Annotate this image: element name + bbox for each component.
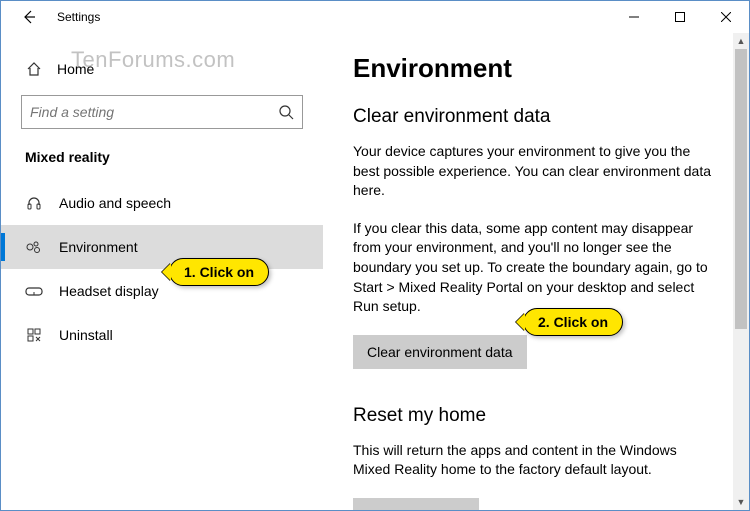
uninstall-icon	[25, 327, 43, 343]
sidebar-item-label: Headset display	[59, 283, 159, 299]
arrow-left-icon	[21, 9, 37, 25]
close-button[interactable]	[703, 1, 749, 33]
section-title-reset-home: Reset my home	[353, 405, 725, 427]
sidebar-item-label: Environment	[59, 239, 138, 255]
clear-env-para2: If you clear this data, some app content…	[353, 219, 713, 317]
sidebar: Home Mixed reality Audio and speech Envi…	[1, 33, 323, 510]
main-panel: Environment Clear environment data Your …	[323, 33, 749, 510]
section-title-clear-env: Clear environment data	[353, 106, 725, 128]
search-icon	[278, 104, 294, 120]
headset-icon	[25, 283, 43, 299]
scroll-down-arrow-icon[interactable]: ▼	[733, 494, 749, 510]
callout-2: 2. Click on	[523, 308, 623, 336]
close-icon	[721, 12, 731, 22]
maximize-button[interactable]	[657, 1, 703, 33]
headphones-icon	[25, 195, 43, 211]
home-icon	[25, 61, 43, 77]
scroll-up-arrow-icon[interactable]: ▲	[733, 33, 749, 49]
search-input[interactable]	[30, 104, 278, 120]
clear-env-para1: Your device captures your environment to…	[353, 142, 713, 201]
reset-my-home-button[interactable]: Reset my home	[353, 498, 479, 510]
minimize-icon	[629, 12, 639, 22]
back-button[interactable]	[9, 1, 49, 33]
environment-icon	[25, 239, 43, 255]
clear-environment-data-button[interactable]: Clear environment data	[353, 335, 527, 369]
sidebar-item-label: Uninstall	[59, 327, 113, 343]
sidebar-group-title: Mixed reality	[21, 149, 303, 165]
callout-1: 1. Click on	[169, 258, 269, 286]
search-box[interactable]	[21, 95, 303, 129]
scroll-thumb[interactable]	[735, 49, 747, 329]
titlebar: Settings	[1, 1, 749, 33]
sidebar-item-audio-speech[interactable]: Audio and speech	[1, 181, 323, 225]
sidebar-home[interactable]: Home	[21, 49, 303, 89]
scrollbar[interactable]: ▲ ▼	[733, 33, 749, 510]
reset-home-para: This will return the apps and content in…	[353, 441, 713, 480]
minimize-button[interactable]	[611, 1, 657, 33]
page-title: Environment	[353, 53, 725, 84]
sidebar-item-label: Audio and speech	[59, 195, 171, 211]
window-controls	[611, 1, 749, 33]
sidebar-item-uninstall[interactable]: Uninstall	[1, 313, 323, 357]
window-title: Settings	[49, 10, 100, 24]
home-label: Home	[57, 61, 94, 77]
maximize-icon	[675, 12, 685, 22]
